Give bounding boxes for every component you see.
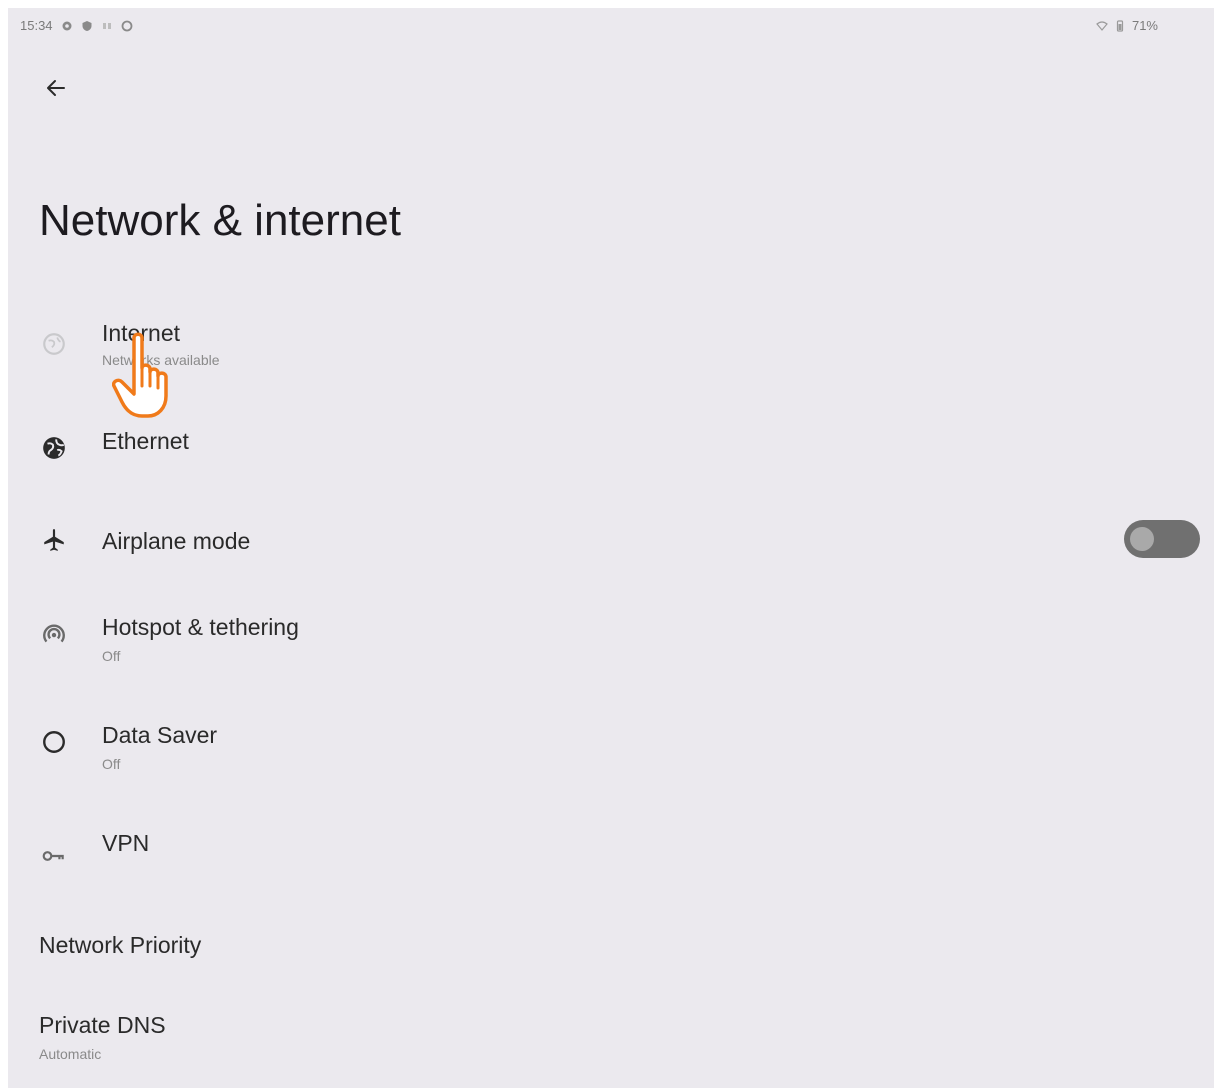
list-item-ethernet[interactable]: Ethernet	[8, 408, 1214, 488]
data-saver-subtitle: Off	[102, 756, 121, 772]
battery-icon	[1114, 19, 1126, 32]
vpn-title: VPN	[102, 830, 150, 856]
settings-gear-icon	[61, 20, 73, 32]
globe-icon	[38, 328, 70, 360]
internet-subtitle: Networks available	[102, 352, 220, 368]
hotspot-subtitle: Off	[102, 648, 121, 664]
list-item-hotspot-tethering[interactable]: Hotspot & tethering Off	[8, 604, 1214, 684]
status-bar-left: 15:34	[20, 18, 133, 33]
status-time: 15:34	[20, 18, 53, 33]
airplane-icon	[38, 524, 70, 556]
list-item-vpn[interactable]: VPN	[8, 818, 1214, 898]
hotspot-icon	[38, 618, 70, 650]
status-bar-right: 71%	[1096, 18, 1158, 33]
list-item-internet[interactable]: Internet Networks available	[8, 308, 1214, 388]
private-dns-subtitle: Automatic	[39, 1046, 102, 1062]
vpn-key-icon	[38, 840, 70, 872]
page-title: Network & internet	[39, 196, 401, 245]
wifi-icon	[1096, 20, 1108, 32]
notification-icon	[101, 20, 113, 32]
list-item-data-saver[interactable]: Data Saver Off	[8, 712, 1214, 792]
back-button[interactable]	[40, 72, 72, 104]
shield-icon	[81, 20, 93, 32]
airplane-mode-toggle[interactable]	[1124, 520, 1200, 558]
ethernet-globe-icon	[38, 432, 70, 464]
data-saver-title: Data Saver	[102, 722, 218, 748]
list-item-private-dns[interactable]: Private DNS Automatic	[8, 1004, 1214, 1084]
toggle-knob	[1130, 527, 1154, 551]
list-item-airplane-mode[interactable]: Airplane mode	[8, 508, 1214, 588]
status-bar: 15:34 71%	[8, 8, 1214, 44]
network-priority-title: Network Priority	[39, 932, 202, 958]
arrow-back-icon	[47, 80, 65, 96]
battery-percentage: 71%	[1131, 18, 1158, 33]
data-saver-icon	[38, 726, 70, 758]
airplane-mode-title: Airplane mode	[102, 528, 251, 554]
hotspot-title: Hotspot & tethering	[102, 614, 299, 640]
list-item-network-priority[interactable]: Network Priority	[8, 924, 1214, 984]
ethernet-title: Ethernet	[102, 428, 189, 454]
private-dns-title: Private DNS	[39, 1012, 166, 1038]
settings-screen: 15:34 71% Network & internet Internet Ne…	[8, 8, 1214, 1088]
sync-icon	[121, 20, 133, 32]
internet-title: Internet	[102, 320, 180, 346]
